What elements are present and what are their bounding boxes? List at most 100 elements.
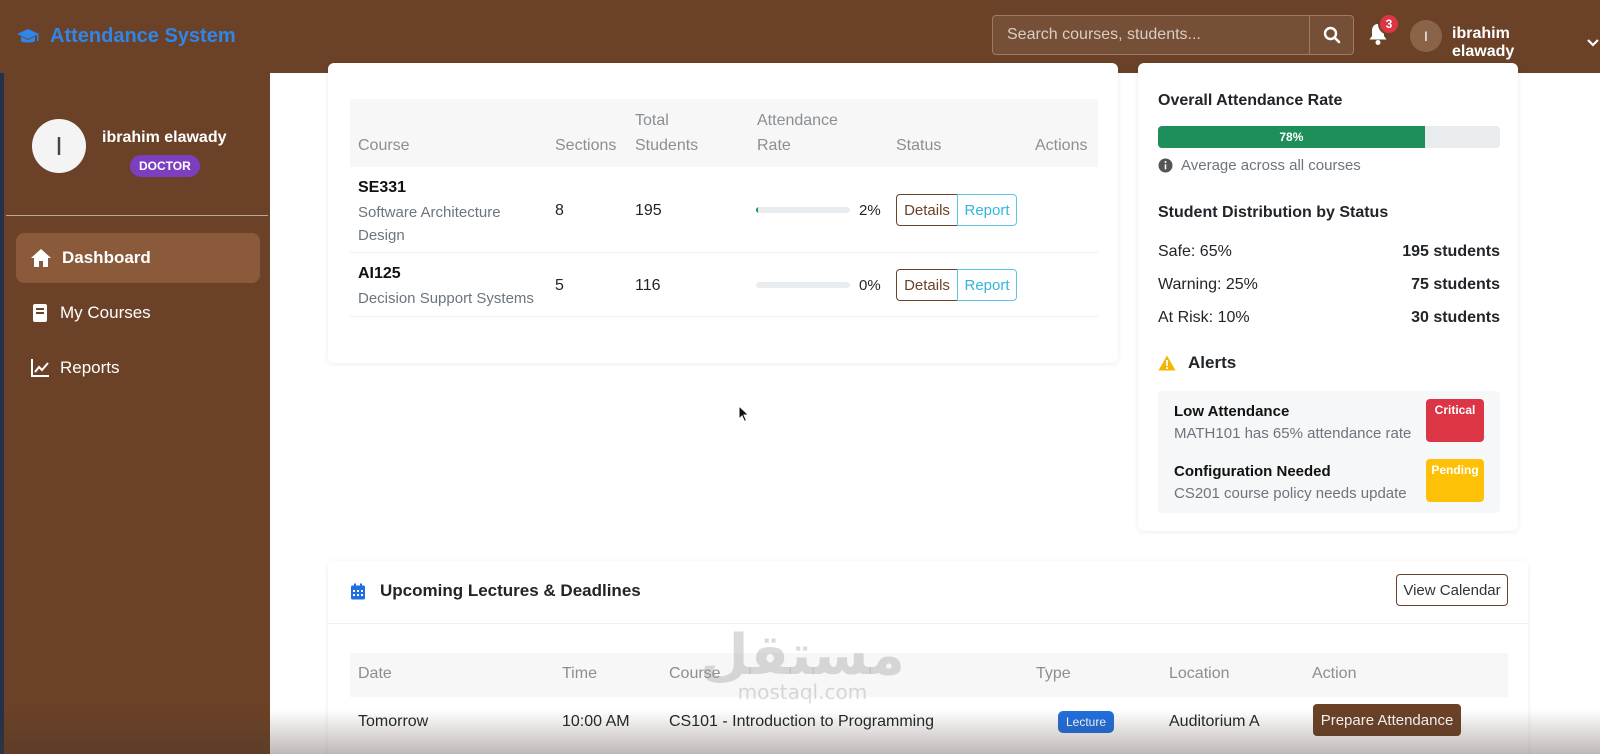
upcoming-title: Upcoming Lectures & Deadlines: [380, 581, 641, 600]
details-button[interactable]: Details: [896, 194, 958, 226]
profile-name: ibrahim elawady: [102, 129, 227, 146]
sections-count: 5: [555, 277, 564, 294]
overall-rate-title: Overall Attendance Rate: [1158, 92, 1343, 109]
distribution-warning: Warning: 25% 75 students: [1158, 276, 1500, 294]
th-action: Action: [1312, 665, 1357, 682]
distribution-label: Warning: 25%: [1158, 276, 1258, 293]
alert-message: MATH101 has 65% attendance rate: [1174, 425, 1412, 442]
sections-count: 8: [555, 202, 564, 219]
search-button[interactable]: [1309, 16, 1353, 54]
distribution-count: 75 students: [1411, 276, 1500, 293]
upcoming-table-header: Date Time Course Type Location Action: [350, 653, 1508, 697]
profile-avatar: I: [32, 119, 86, 173]
distribution-count: 30 students: [1411, 309, 1500, 326]
alert-message: CS201 course policy needs update: [1174, 485, 1407, 502]
alert-title: Configuration Needed: [1174, 463, 1331, 480]
brand[interactable]: Attendance System: [16, 25, 236, 48]
distribution-at-risk: At Risk: 10% 30 students: [1158, 309, 1500, 327]
courses-table-header: Course Sections Total Students Attendanc…: [350, 99, 1098, 167]
sidebar-item-my-courses[interactable]: My Courses: [16, 288, 260, 338]
sidebar-item-label: Dashboard: [62, 248, 151, 267]
chart-line-icon: [31, 359, 49, 377]
distribution-title: Student Distribution by Status: [1158, 204, 1389, 221]
report-button[interactable]: Report: [957, 194, 1017, 226]
sidebar-item-dashboard[interactable]: Dashboard: [16, 233, 260, 283]
overall-note: Average across all courses: [1158, 157, 1361, 174]
distribution-safe: Safe: 65% 195 students: [1158, 243, 1500, 261]
chevron-down-icon: [1587, 39, 1599, 47]
distribution-label: Safe: 65%: [1158, 243, 1232, 260]
prepare-attendance-button[interactable]: Prepare Attendance: [1313, 704, 1461, 736]
attendance-percent: 0%: [859, 277, 881, 294]
attendance-progress: [756, 282, 850, 288]
total-students: 116: [635, 277, 661, 294]
th-time: Time: [562, 665, 597, 682]
user-menu[interactable]: ibrahim elawady: [1452, 25, 1600, 61]
critical-tag: Critical: [1426, 399, 1484, 442]
report-button[interactable]: Report: [957, 269, 1017, 301]
type-badge: Lecture: [1058, 711, 1115, 733]
sidebar-item-label: My Courses: [60, 303, 151, 322]
alerts-title: Alerts: [1188, 353, 1237, 372]
sidebar-item-reports[interactable]: Reports: [16, 343, 260, 393]
watermark-arabic: مستقل: [700, 623, 905, 688]
table-row: SE331 Software Architecture Design 8 195…: [350, 167, 1098, 253]
watermark: مستقل mostaql.com: [700, 623, 905, 705]
alerts-heading: Alerts: [1158, 353, 1236, 373]
attendance-percent: 2%: [859, 202, 881, 219]
book-icon: [33, 304, 47, 322]
th-sections: Sections: [555, 137, 617, 154]
course-name: Software Architecture Design: [358, 204, 501, 244]
table-row: AI125 Decision Support Systems 5 116 0% …: [350, 253, 1098, 317]
notification-badge: 3: [1378, 13, 1400, 35]
sidebar-item-label: Reports: [60, 358, 120, 377]
overview-card: Overall Attendance Rate 78% Average acro…: [1138, 63, 1518, 531]
overall-progress: 78%: [1158, 126, 1500, 148]
user-avatar[interactable]: I: [1410, 20, 1442, 52]
sidebar: I ibrahim elawady DOCTOR Dashboard My Co…: [0, 73, 270, 754]
alerts-list: Low Attendance MATH101 has 65% attendanc…: [1158, 391, 1500, 513]
upcoming-card: Upcoming Lectures & Deadlines View Calen…: [328, 561, 1528, 754]
overall-note-text: Average across all courses: [1181, 157, 1361, 174]
th-course: Course: [358, 137, 410, 154]
distribution-count: 195 students: [1402, 243, 1500, 260]
details-button[interactable]: Details: [896, 269, 958, 301]
main-content: Course Sections Total Students Attendanc…: [270, 63, 1600, 754]
courses-card: Course Sections Total Students Attendanc…: [328, 63, 1118, 363]
calendar-icon: [351, 583, 365, 599]
search-icon: [1323, 26, 1340, 44]
lecture-date: Tomorrow: [358, 713, 429, 730]
view-calendar-button[interactable]: View Calendar: [1396, 574, 1508, 606]
distribution-label: At Risk: 10%: [1158, 309, 1250, 326]
course-code: AI125: [358, 265, 401, 282]
sidebar-profile: I ibrahim elawady DOCTOR: [6, 73, 268, 216]
overall-progress-fill: 78%: [1158, 126, 1425, 148]
warning-triangle-icon: [1158, 355, 1176, 371]
mouse-cursor-icon: [738, 405, 750, 423]
search-bar: [992, 15, 1354, 55]
graduation-cap-icon: [17, 28, 39, 42]
attendance-progress-fill: [756, 207, 758, 213]
alert-title: Low Attendance: [1174, 403, 1290, 420]
th-location: Location: [1169, 665, 1230, 682]
th-attendance-rate: Attendance Rate: [757, 112, 838, 154]
app-title: Attendance System: [50, 25, 236, 47]
course-code: SE331: [358, 179, 407, 196]
search-input[interactable]: [993, 16, 1309, 54]
th-total-students: Total Students: [635, 112, 699, 154]
th-type: Type: [1036, 665, 1071, 682]
home-icon: [31, 249, 51, 267]
info-icon: [1158, 158, 1173, 173]
attendance-progress: [756, 207, 850, 213]
lecture-course: CS101 - Introduction to Programming: [669, 713, 935, 730]
upcoming-heading: Upcoming Lectures & Deadlines: [350, 581, 641, 601]
th-date: Date: [358, 665, 392, 682]
role-badge: DOCTOR: [130, 155, 200, 177]
user-name: ibrahim elawady: [1452, 25, 1515, 60]
th-status: Status: [896, 137, 942, 154]
lecture-time: 10:00 AM: [562, 713, 630, 730]
pending-tag: Pending: [1426, 459, 1484, 502]
divider: [328, 623, 1528, 624]
th-actions: Actions: [1035, 137, 1088, 154]
course-name: Decision Support Systems: [358, 290, 534, 307]
